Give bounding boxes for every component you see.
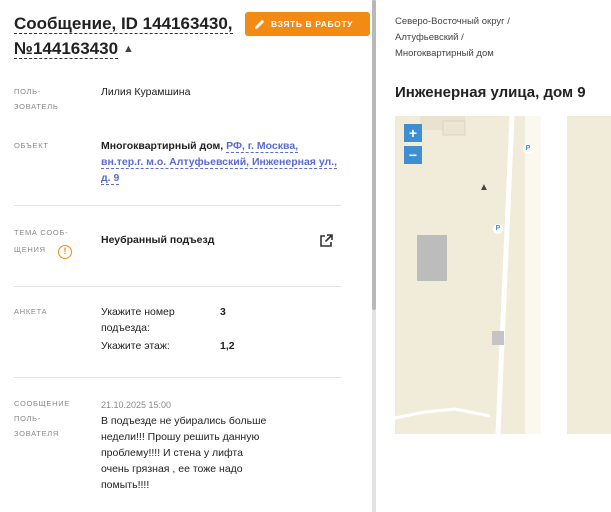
breadcrumb-district[interactable]: Северо-Восточный округ / [395,16,510,27]
object-address-link[interactable]: РФ, г. Москва, [226,140,299,153]
warning-icon[interactable]: ! [58,245,72,259]
message-label: СООБЩЕНИЕ ПОЛЬ- ЗОВАТЕЛЯ [14,399,70,438]
zoom-in-button[interactable]: + [404,124,422,142]
object-info-panel: Северо-Восточный округ / Алтуфьевский / … [378,0,611,512]
map-view[interactable]: + − ▲ P P P P [395,116,611,434]
parking-icon: P [523,144,533,154]
map-canvas [395,116,611,434]
author-value: Лилия Курамшина [101,86,191,98]
object-address-title: Инженерная улица, дом 9 [395,84,586,101]
object-type: Многоквартирный дом, [101,140,227,152]
survey-label: АНКЕТА [14,307,48,316]
survey-question-2: Укажите этаж: [101,340,170,352]
parking-icon: P [493,224,503,234]
survey-answer-1: 3 [220,306,226,318]
divider [14,377,341,378]
object-label: ОБЪЕКТ [14,141,49,150]
message-date: 21.10.2025 15:00 [101,400,172,410]
topic-value: Неубранный подъезд [101,234,215,246]
object-address-link-l2[interactable]: вн.тер.г. м.о. Алтуфьевский, Инженерная … [101,156,338,169]
request-detail-panel: Сообщение, ID 144163430, №144163430 ▲ ВЗЯ… [0,0,372,512]
zoom-out-button[interactable]: − [404,146,422,164]
message-text: В подъезде не убирались больше недели!!!… [101,415,267,491]
scrollbar-thumb[interactable] [372,0,376,310]
pencil-icon [255,19,265,29]
divider [14,286,341,287]
take-to-work-label: ВЗЯТЬ В РАБОТУ [271,19,354,29]
object-address-link-l3[interactable]: д. 9 [101,172,120,185]
request-title-line2: №144163430 [14,39,119,59]
take-to-work-button[interactable]: ВЗЯТЬ В РАБОТУ [245,12,370,36]
request-title[interactable]: Сообщение, ID 144163430, №144163430 ▲ [14,11,242,62]
panel-scrollbar[interactable] [372,0,376,512]
chevron-up-icon[interactable]: ▲ [123,37,134,62]
object-value: Многоквартирный дом, РФ, г. Москва, вн.т… [101,138,346,186]
survey-question-1: Укажите номер подъезда: [101,306,175,334]
request-title-line1: Сообщение, ID 144163430, [14,14,233,34]
survey-answer-2: 1,2 [220,340,235,352]
monument-icon: ▲ [479,182,489,193]
breadcrumb: Северо-Восточный округ / Алтуфьевский / … [395,14,510,62]
external-link-icon[interactable] [318,233,334,249]
breadcrumb-area[interactable]: Алтуфьевский / [395,32,464,43]
divider [14,205,341,206]
author-label: ПОЛЬ- ЗОВАТЕЛЬ [14,87,59,111]
breadcrumb-type[interactable]: Многоквартирный дом [395,48,494,59]
